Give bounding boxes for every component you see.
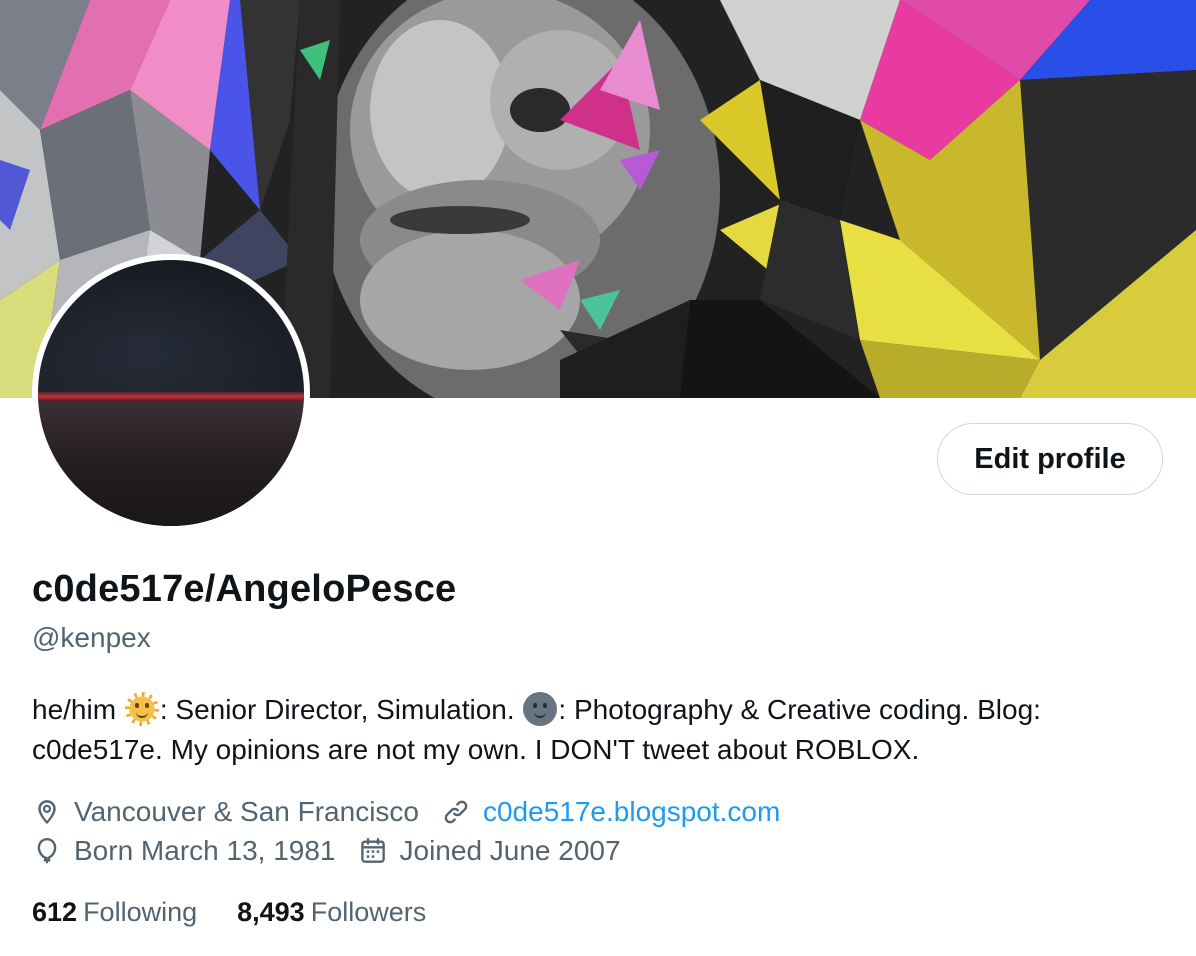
profile-bio: he/him : Senior Director, Simulation. : … [32, 690, 1162, 770]
followers-label: Followers [310, 897, 427, 927]
display-name: c0de517e/AngeloPesce [32, 568, 457, 610]
location-text: Vancouver & San Francisco [74, 796, 419, 827]
followers-link[interactable]: 8,493 Followers [237, 897, 426, 928]
avatar-haze [38, 260, 304, 392]
location-item: Vancouver & San Francisco [32, 796, 419, 828]
following-count: 612 [32, 897, 78, 927]
birthday-text: Born March 13, 1981 [74, 835, 336, 866]
bio-text-part-1: he/him [32, 694, 124, 725]
following-link[interactable]: 612 Following [32, 897, 197, 928]
balloon-icon [37, 837, 57, 864]
website-link[interactable]: c0de517e.blogspot.com [483, 796, 780, 828]
website-item[interactable]: c0de517e.blogspot.com [441, 796, 780, 828]
followers-count: 8,493 [237, 897, 305, 927]
joined-text: Joined June 2007 [399, 835, 621, 866]
sun-with-face-emoji-icon [124, 692, 159, 726]
avatar-red-line [38, 392, 304, 402]
location-pin-icon [38, 800, 56, 824]
following-label: Following [83, 897, 198, 927]
profile-meta-row-2: Born March 13, 1981 Joined June 2007 [32, 835, 643, 867]
link-icon [444, 800, 468, 824]
profile-avatar[interactable] [32, 254, 310, 532]
profile-meta-row-1: Vancouver & San Francisco c0de517e.blogs… [32, 796, 802, 828]
follow-stats: 612 Following 8,493 Followers [32, 897, 466, 928]
user-handle: @kenpex [32, 622, 151, 653]
avatar-image [38, 260, 304, 526]
new-moon-face-emoji-icon [523, 692, 558, 726]
bio-text-part-2: : Senior Director, Simulation. [159, 694, 523, 725]
birthday-item: Born March 13, 1981 [32, 835, 336, 867]
avatar-lower-band [38, 402, 304, 526]
edit-profile-button[interactable]: Edit profile [937, 423, 1163, 495]
profile-page: Edit profile c0de517e/AngeloPesce @kenpe… [0, 0, 1196, 956]
joined-item: Joined June 2007 [358, 835, 621, 867]
calendar-icon [360, 837, 385, 863]
